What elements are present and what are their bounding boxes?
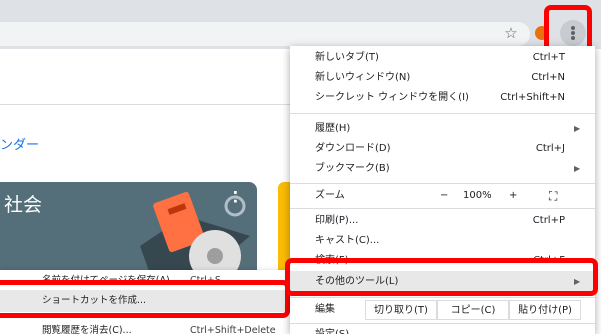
edit-label: 編集: [315, 304, 335, 315]
zoom-level: 100%: [463, 190, 492, 201]
copy-button[interactable]: コピー(C): [437, 300, 509, 320]
highlight-create-shortcut: [0, 280, 290, 318]
bookmark-star-icon[interactable]: ☆: [500, 22, 522, 44]
print-shortcut: Ctrl+P: [532, 215, 565, 226]
history-label: 履歴(H): [315, 123, 351, 134]
incognito-shortcut: Ctrl+Shift+N: [500, 92, 565, 103]
chevron-right-icon: ▶: [574, 124, 581, 133]
clear-data-label: 閲覧履歴を消去(C)...: [42, 325, 132, 334]
clear-data-shortcut: Ctrl+Shift+Delete: [190, 325, 276, 334]
menu-separator: [290, 323, 595, 324]
highlight-more-tools: [285, 258, 598, 296]
incognito-item[interactable]: シークレット ウィンドウを開く(I) Ctrl+Shift+N: [290, 88, 595, 108]
new-window-label: 新しいウィンドウ(N): [315, 72, 411, 83]
downloads-label: ダウンロード(D): [315, 143, 391, 154]
bookmarks-item[interactable]: ブックマーク(B) ▶: [290, 159, 595, 179]
edit-row: 編集 切り取り(T) コピー(C) 貼り付け(P): [290, 300, 595, 320]
settings-label: 設定(S): [315, 325, 349, 334]
bookmarks-label: ブックマーク(B): [315, 163, 390, 174]
card-title: 社会: [4, 194, 43, 216]
calendar-link[interactable]: ンダー: [0, 134, 39, 153]
menu-separator: [290, 183, 595, 184]
cut-button[interactable]: 切り取り(T): [365, 300, 437, 320]
zoom-out-button[interactable]: −: [440, 186, 448, 206]
downloads-item[interactable]: ダウンロード(D) Ctrl+J: [290, 139, 595, 159]
settings-item[interactable]: 設定(S): [290, 325, 595, 334]
paste-button[interactable]: 貼り付け(P): [509, 300, 581, 320]
history-item[interactable]: 履歴(H) ▶: [290, 119, 595, 139]
new-window-shortcut: Ctrl+N: [531, 72, 565, 83]
zoom-row: ズーム − 100% + ⛶: [290, 186, 595, 206]
fullscreen-icon[interactable]: ⛶: [549, 186, 557, 206]
print-label: 印刷(P)...: [315, 215, 359, 226]
cast-item[interactable]: キャスト(C)...: [290, 231, 595, 251]
incognito-label: シークレット ウィンドウを開く(I): [315, 92, 469, 103]
chevron-right-icon: ▶: [574, 164, 581, 173]
new-tab-label: 新しいタブ(T): [315, 52, 379, 63]
downloads-shortcut: Ctrl+J: [535, 143, 565, 154]
zoom-in-button[interactable]: +: [509, 186, 517, 206]
new-tab-shortcut: Ctrl+T: [532, 52, 565, 63]
menu-separator: [290, 208, 595, 209]
new-window-item[interactable]: 新しいウィンドウ(N) Ctrl+N: [290, 68, 595, 88]
new-tab-item[interactable]: 新しいタブ(T) Ctrl+T: [290, 48, 595, 68]
cast-label: キャスト(C)...: [315, 235, 380, 246]
clear-browsing-data-item[interactable]: 閲覧履歴を消去(C)... Ctrl+Shift+Delete: [0, 320, 290, 334]
print-item[interactable]: 印刷(P)... Ctrl+P: [290, 211, 595, 231]
zoom-label: ズーム: [315, 190, 345, 201]
card-illustration-icon: [140, 191, 250, 274]
address-bar[interactable]: [0, 22, 530, 46]
content-divider: [0, 104, 290, 105]
menu-separator: [290, 113, 595, 114]
news-card[interactable]: 社会 ⋮: [0, 182, 257, 274]
menu-separator: [290, 297, 595, 298]
